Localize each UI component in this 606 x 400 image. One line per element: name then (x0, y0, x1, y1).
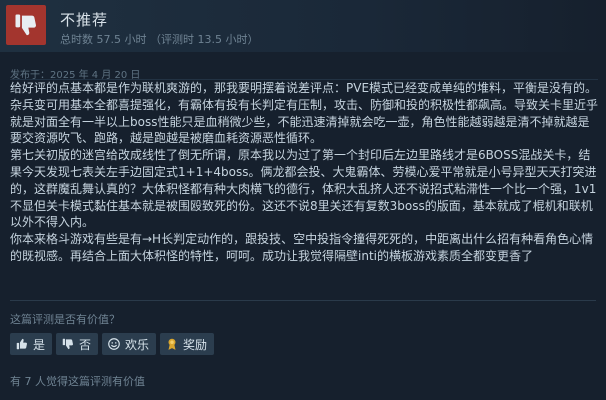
vote-no-label: 否 (79, 337, 92, 352)
award-button[interactable]: 奖励 (160, 333, 215, 355)
helpful-question: 这篇评测是否有价值？ (10, 313, 120, 326)
review-paragraph: 给好评的点基本都是作为联机爽游的，那我要明摆着说差评点：PVE模式已经变成单纯的… (10, 81, 599, 146)
playtime-hours: 总时数 57.5 小时 （评测时 13.5 小时） (60, 33, 259, 46)
vote-buttons: 是 否 欢乐 奖励 (10, 333, 215, 355)
thumbs-down-icon (61, 337, 75, 351)
smiley-icon (107, 337, 121, 351)
thumbs-up-icon (15, 337, 29, 351)
review-paragraph: 你本来格斗游戏有些是有→H长判定动作的，跟投技、空中投指令撞得死死的，中距离出什… (10, 232, 594, 263)
award-ribbon-icon (165, 337, 179, 351)
review-card: 不推荐 总时数 57.5 小时 （评测时 13.5 小时） 发布于：2025 年… (0, 0, 606, 400)
review-body: 给好评的点基本都是作为联机爽游的，那我要明摆着说差评点：PVE模式已经变成单纯的… (10, 80, 598, 265)
thumbs-down-icon (6, 5, 46, 45)
helpful-count: 有 7 人觉得这篇评测有价值 (10, 375, 145, 388)
verdict-title: 不推荐 (60, 11, 109, 29)
review-header: 不推荐 总时数 57.5 小时 （评测时 13.5 小时） (0, 0, 606, 52)
vote-funny-label: 欢乐 (125, 337, 150, 352)
feedback-divider (10, 300, 596, 301)
award-label: 奖励 (183, 337, 208, 352)
vote-yes-button[interactable]: 是 (10, 333, 53, 355)
vote-funny-button[interactable]: 欢乐 (102, 333, 157, 355)
vote-no-button[interactable]: 否 (56, 333, 99, 355)
vote-yes-label: 是 (33, 337, 46, 352)
review-paragraph: 第七关初版的迷宫给改成线性了倒无所谓，原本我以为过了第一个封印后左边里路线才是6… (10, 148, 597, 230)
